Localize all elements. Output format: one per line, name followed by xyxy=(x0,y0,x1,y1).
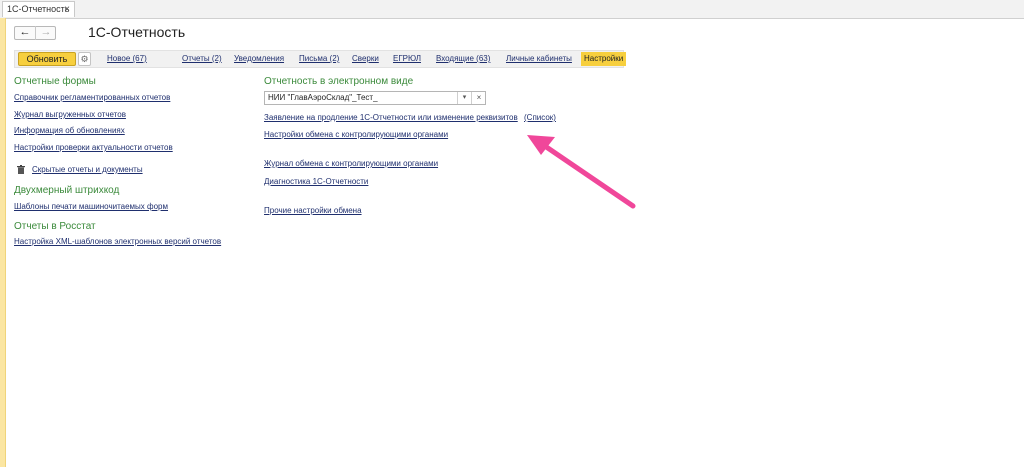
toolbar-link-reconciliations[interactable]: Сверки xyxy=(352,54,379,63)
close-icon[interactable]: × xyxy=(64,2,70,17)
toolbar-link-incoming[interactable]: Входящие (63) xyxy=(436,54,490,63)
organization-select[interactable]: НИИ "ГлавАэроСклад"_Тест_ ▾ × xyxy=(264,91,486,105)
trash-icon xyxy=(17,165,25,174)
toolbar-link-letters[interactable]: Письма (2) xyxy=(299,54,339,63)
section-title-rosstat: Отчеты в Росстат xyxy=(14,221,96,232)
section-title-2d-barcode: Двухмерный штрихкод xyxy=(14,185,120,196)
link-exchange-settings[interactable]: Настройки обмена с контролирующими орган… xyxy=(264,130,448,139)
tab-label: 1С-Отчетность xyxy=(7,4,70,14)
toolbar: Обновить ⚙ Новое (67) Отчеты (2) Уведомл… xyxy=(14,50,627,68)
link-application-list[interactable]: (Список) xyxy=(524,113,556,122)
refresh-button[interactable]: Обновить xyxy=(18,52,76,66)
link-exported-reports-log[interactable]: Журнал выгруженных отчетов xyxy=(14,110,126,119)
organization-value: НИИ "ГлавАэроСклад"_Тест_ xyxy=(268,93,378,102)
left-panel-edge xyxy=(0,18,6,467)
navigation-buttons: ← → xyxy=(14,26,56,40)
chevron-down-icon[interactable]: ▾ xyxy=(457,92,471,104)
link-machine-readable-templates[interactable]: Шаблоны печати машиночитаемых форм xyxy=(14,202,168,211)
link-extension-application[interactable]: Заявление на продление 1С-Отчетности или… xyxy=(264,113,518,122)
link-xml-templates-settings[interactable]: Настройка XML-шаблонов электронных верси… xyxy=(14,237,221,246)
section-title-electronic-reporting: Отчетность в электронном виде xyxy=(264,76,414,87)
toolbar-link-new[interactable]: Новое (67) xyxy=(107,54,147,63)
back-arrow-icon[interactable]: ← xyxy=(15,26,36,40)
link-other-exchange-settings[interactable]: Прочие настройки обмена xyxy=(264,206,362,215)
clear-icon[interactable]: × xyxy=(471,92,486,104)
link-hidden-reports[interactable]: Скрытые отчеты и документы xyxy=(32,165,143,174)
link-regulated-reports-directory[interactable]: Справочник регламентированных отчетов xyxy=(14,93,170,102)
link-exchange-log[interactable]: Журнал обмена с контролирующими органами xyxy=(264,159,438,168)
page-title: 1С-Отчетность xyxy=(88,24,186,40)
toolbar-link-reports[interactable]: Отчеты (2) xyxy=(182,54,222,63)
toolbar-link-egrul[interactable]: ЕГРЮЛ xyxy=(393,54,421,63)
toolbar-link-notifications[interactable]: Уведомления xyxy=(234,54,284,63)
toolbar-link-settings[interactable]: Настройки xyxy=(581,52,627,66)
annotation-arrow-icon xyxy=(527,135,636,209)
link-relevance-check-settings[interactable]: Настройки проверки актуальности отчетов xyxy=(14,143,173,152)
gear-icon[interactable]: ⚙ xyxy=(78,52,91,66)
link-updates-info[interactable]: Информация об обновлениях xyxy=(14,126,125,135)
forward-arrow-icon[interactable]: → xyxy=(36,26,56,40)
tab-1c-reporting[interactable]: 1С-Отчетность × xyxy=(2,1,75,17)
link-diagnostics[interactable]: Диагностика 1С-Отчетности xyxy=(264,177,368,186)
section-title-report-forms: Отчетные формы xyxy=(14,76,96,87)
toolbar-link-personal-accounts[interactable]: Личные кабинеты xyxy=(506,54,572,63)
tab-strip: 1С-Отчетность × xyxy=(0,0,1024,19)
